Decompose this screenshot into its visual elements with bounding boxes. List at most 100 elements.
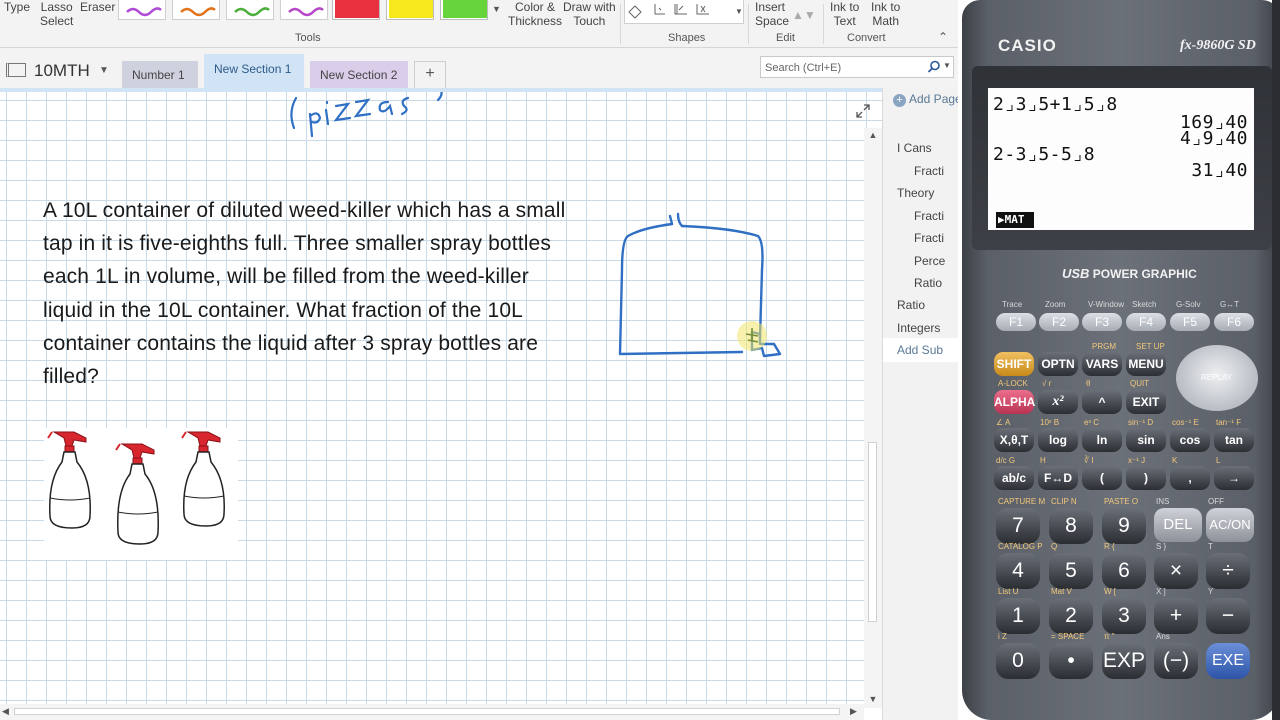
page-item[interactable]: Fracti xyxy=(914,164,944,178)
key-4-button[interactable]: 4 xyxy=(996,553,1040,589)
key-shift-button[interactable]: SHIFT xyxy=(994,352,1034,376)
key-0-button[interactable]: 0 xyxy=(996,643,1040,679)
search-scope-chevron-icon[interactable]: ▼ xyxy=(943,61,951,70)
key-fd-convert-button[interactable]: F↔D xyxy=(1038,466,1078,490)
add-section-button[interactable]: + xyxy=(414,61,446,88)
key-vars-button[interactable]: VARS xyxy=(1082,352,1122,376)
chevron-down-icon[interactable]: ▼ xyxy=(99,65,109,76)
pen-purple[interactable] xyxy=(118,0,166,20)
key-square-button[interactable]: x² xyxy=(1038,390,1078,414)
key-log-button[interactable]: log xyxy=(1038,428,1078,452)
question-text[interactable]: A 10L container of diluted weed-killer w… xyxy=(43,194,583,393)
key-1-button[interactable]: 1 xyxy=(996,598,1040,634)
eraser-tool[interactable]: Eraser xyxy=(80,0,115,14)
color-thickness-button[interactable]: Color & Thickness xyxy=(508,0,562,28)
pen-green[interactable] xyxy=(226,0,274,20)
key-divide-button[interactable]: ÷ xyxy=(1206,553,1250,589)
fkey-f1-button[interactable]: F1 xyxy=(996,313,1036,331)
fkey-f3-button[interactable]: F3 xyxy=(1082,313,1122,331)
page-item[interactable]: Ratio xyxy=(914,276,942,290)
page-item[interactable]: Ratio xyxy=(897,298,925,312)
container-drawing-ink[interactable] xyxy=(612,210,792,360)
key-8-button[interactable]: 8 xyxy=(1049,508,1093,544)
key-plus-button[interactable]: + xyxy=(1154,598,1198,634)
key-del-button[interactable]: DEL xyxy=(1154,508,1202,542)
type-tool[interactable]: Type xyxy=(4,0,30,14)
highlighter-yellow[interactable] xyxy=(386,0,434,20)
key-xthetat-button[interactable]: X,θ,T xyxy=(994,428,1034,452)
fkey-f5-button[interactable]: F5 xyxy=(1170,313,1210,331)
key-comma-button[interactable]: , xyxy=(1170,466,1210,490)
key-minus-button[interactable]: − xyxy=(1206,598,1250,634)
key-exit-button[interactable]: EXIT xyxy=(1126,390,1166,414)
section-tab-new-section-2[interactable]: New Section 2 xyxy=(310,61,408,88)
insert-space-button[interactable]: Insert Space xyxy=(755,0,789,28)
key-7-button[interactable]: 7 xyxy=(996,508,1040,544)
section-tab-new-section-1[interactable]: New Section 1 xyxy=(204,54,304,88)
key-fraction-button[interactable]: ab/c xyxy=(994,466,1034,490)
key-ac-on-button[interactable]: AC/ON xyxy=(1206,508,1254,542)
undo-ink-icon[interactable]: ▲▼ xyxy=(792,8,816,22)
lasso-select-tool[interactable]: Lasso Select xyxy=(40,0,73,28)
key-secondary-label: A-LOCK xyxy=(998,379,1028,388)
section-tab-number-1[interactable]: Number 1 xyxy=(122,61,198,88)
pens-more-dropdown[interactable]: ▼ xyxy=(492,4,501,14)
ink-to-text-button[interactable]: Ink to Text xyxy=(830,0,859,28)
horizontal-scrollbar[interactable]: ◀ ▶ xyxy=(0,704,864,720)
key-close-paren-button[interactable]: ) xyxy=(1126,466,1166,490)
spray-bottles-image[interactable] xyxy=(44,428,238,560)
key-optn-button[interactable]: OPTN xyxy=(1038,352,1078,376)
scroll-left-icon[interactable]: ◀ xyxy=(2,706,9,717)
add-page-button[interactable]: + Add Page xyxy=(893,92,958,107)
fkey-f4-button[interactable]: F4 xyxy=(1126,313,1166,331)
page-canvas[interactable]: A 10L container of diluted weed-killer w… xyxy=(0,88,882,707)
expand-page-icon[interactable] xyxy=(856,104,870,118)
search-icon[interactable] xyxy=(927,60,941,74)
key-negative-button[interactable]: (−) xyxy=(1154,643,1198,679)
scroll-down-icon[interactable]: ▼ xyxy=(864,694,882,704)
fkey-f2-button[interactable]: F2 xyxy=(1039,313,1079,331)
pen-orange[interactable] xyxy=(172,0,220,20)
page-item[interactable]: Integers xyxy=(897,321,940,335)
ink-to-math-button[interactable]: Ink to Math xyxy=(871,0,900,28)
key-sin-button[interactable]: sin xyxy=(1126,428,1166,452)
page-item[interactable]: Perce xyxy=(914,254,945,268)
key-9-button[interactable]: 9 xyxy=(1102,508,1146,544)
page-item[interactable]: Theory xyxy=(897,186,934,200)
add-subpage-button[interactable]: Add Sub xyxy=(883,338,958,362)
collapse-ribbon-icon[interactable]: ⌃ xyxy=(938,30,948,44)
fkey-f6-button[interactable]: F6 xyxy=(1214,313,1254,331)
notebook-icon[interactable] xyxy=(6,63,26,77)
vertical-scrollbar[interactable]: ▲ ▼ xyxy=(864,128,882,708)
draw-with-touch-button[interactable]: Draw with Touch xyxy=(563,0,616,28)
scroll-right-icon[interactable]: ▶ xyxy=(850,706,857,717)
highlighter-green[interactable] xyxy=(440,0,488,20)
key-open-paren-button[interactable]: ( xyxy=(1082,466,1122,490)
key-menu-button[interactable]: MENU xyxy=(1126,352,1166,376)
vertical-scroll-thumb[interactable] xyxy=(868,442,877,622)
key-store-button[interactable]: → xyxy=(1214,466,1254,490)
scroll-up-icon[interactable]: ▲ xyxy=(864,130,882,140)
highlighter-red[interactable] xyxy=(332,0,380,20)
key-decimal-button[interactable]: • xyxy=(1049,643,1093,679)
page-item[interactable]: I Cans xyxy=(897,141,932,155)
key-cos-button[interactable]: cos xyxy=(1170,428,1210,452)
notebook-name[interactable]: 10MTH xyxy=(34,61,90,81)
key-power-button[interactable]: ^ xyxy=(1082,390,1122,414)
key-2-button[interactable]: 2 xyxy=(1049,598,1093,634)
page-item[interactable]: Fracti xyxy=(914,209,944,223)
horizontal-scroll-thumb[interactable] xyxy=(14,708,840,715)
key-6-button[interactable]: 6 xyxy=(1102,553,1146,589)
pen-magenta[interactable] xyxy=(280,0,328,20)
page-item[interactable]: Fracti xyxy=(914,231,944,245)
key-exp-button[interactable]: EXP xyxy=(1102,643,1146,679)
key-ln-button[interactable]: ln xyxy=(1082,428,1122,452)
shapes-gallery[interactable]: ▼ xyxy=(624,0,744,24)
key-3-button[interactable]: 3 xyxy=(1102,598,1146,634)
key-tan-button[interactable]: tan xyxy=(1214,428,1254,452)
key-alpha-button[interactable]: ALPHA xyxy=(994,390,1035,414)
key-5-button[interactable]: 5 xyxy=(1049,553,1093,589)
search-input[interactable] xyxy=(765,60,925,75)
key-exe-button[interactable]: EXE xyxy=(1206,643,1250,679)
key-multiply-button[interactable]: × xyxy=(1154,553,1198,589)
